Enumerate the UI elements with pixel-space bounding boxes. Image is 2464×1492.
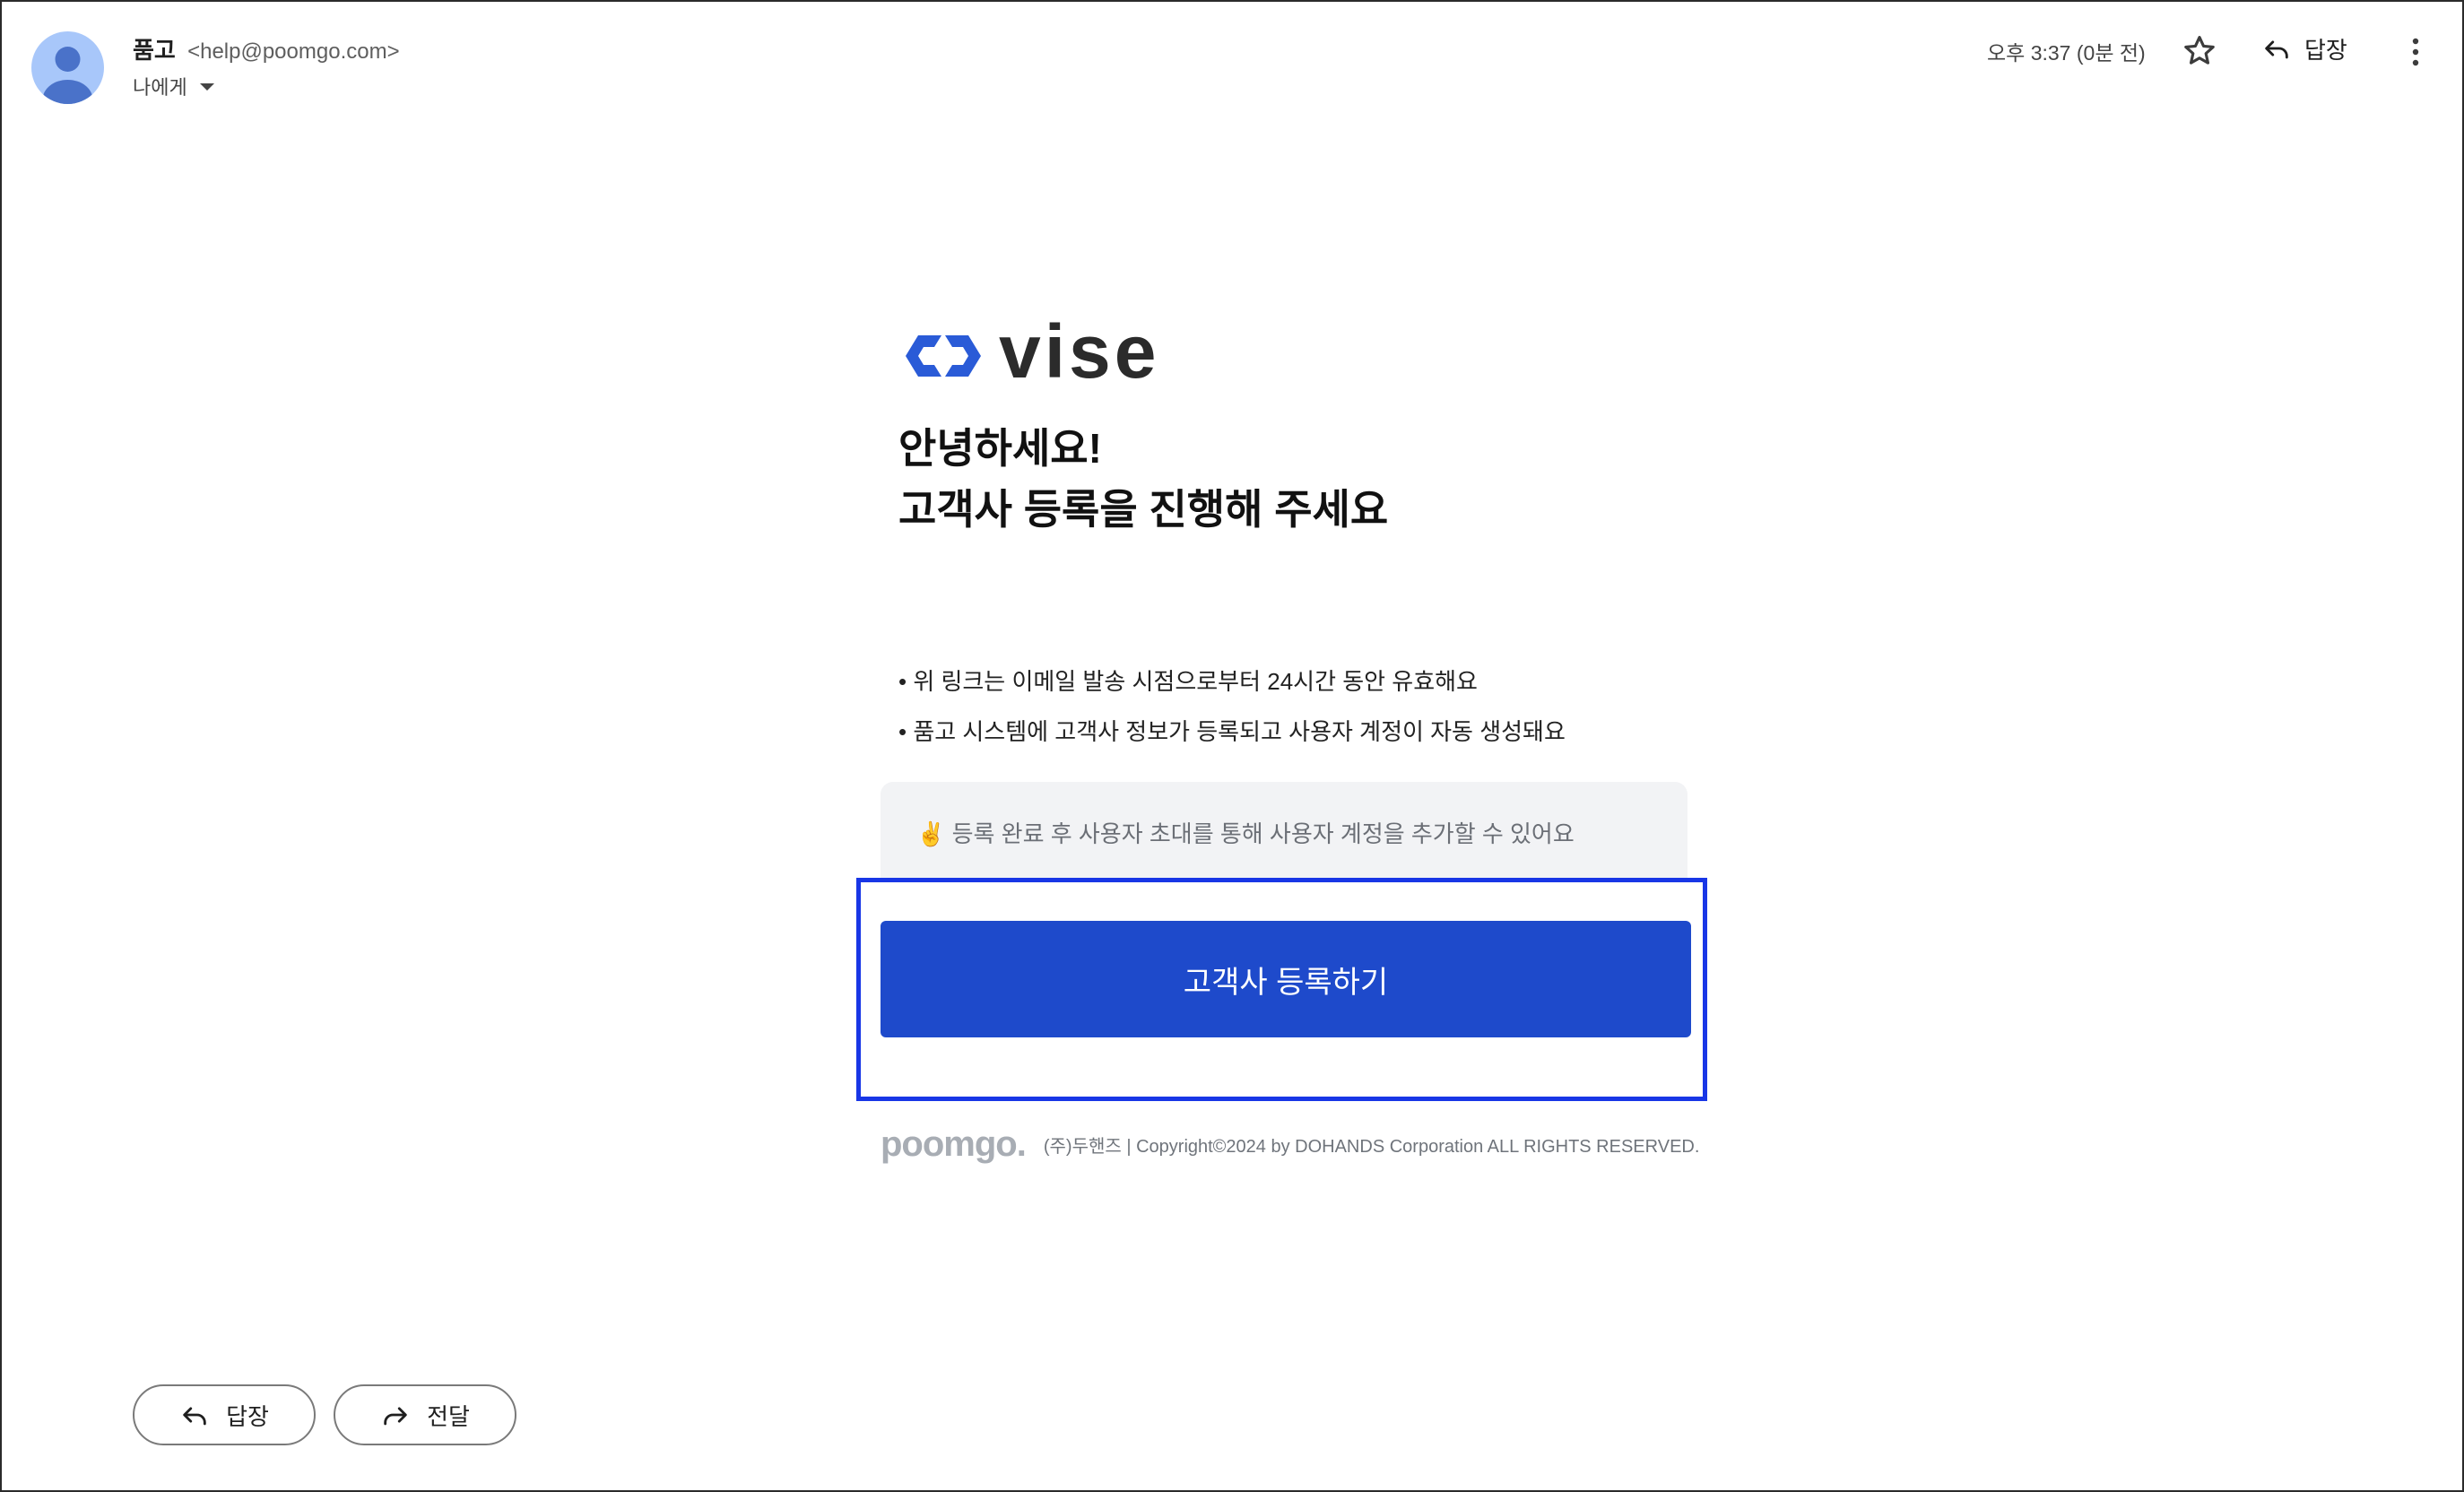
highlight-box bbox=[856, 878, 1707, 1101]
reply-icon bbox=[183, 1407, 206, 1426]
logo-text: vise bbox=[999, 309, 1160, 394]
star-button[interactable] bbox=[2181, 32, 2218, 70]
sender-line: 품고 <help@poomgo.com> bbox=[133, 32, 400, 65]
victory-hand-icon: ✌️ bbox=[916, 820, 946, 847]
reply-button-top[interactable]: 답장 bbox=[2261, 29, 2347, 68]
list-item: • 위 링크는 이메일 발송 시점으로부터 24시간 동안 유효해요 bbox=[898, 668, 1478, 695]
vise-logo: vise bbox=[898, 314, 1160, 389]
heading-line-1: 안녕하세요! bbox=[898, 425, 1102, 472]
recipient-details-toggle[interactable]: 나에게 bbox=[133, 72, 214, 100]
forward-button[interactable]: 전달 bbox=[334, 1384, 516, 1445]
note-text: ✌️ 등록 완료 후 사용자 초대를 통해 사용자 계정을 추가할 수 있어요 bbox=[916, 816, 1575, 849]
note-label: 등록 완료 후 사용자 초대를 통해 사용자 계정을 추가할 수 있어요 bbox=[951, 820, 1575, 847]
forward-icon bbox=[384, 1407, 407, 1426]
more-options-button[interactable] bbox=[2405, 34, 2426, 70]
reply-label-top: 답장 bbox=[2304, 36, 2347, 64]
copyright-text: (주)두핸즈 | Copyright©2024 by DOHANDS Corpo… bbox=[1043, 1137, 1700, 1157]
timestamp: 오후 3:37 (0분 전) bbox=[1987, 41, 2146, 65]
avatar[interactable] bbox=[31, 31, 104, 104]
recipient-label: 나에게 bbox=[133, 76, 187, 99]
list-item: • 품고 시스템에 고객사 정보가 등록되고 사용자 계정이 자동 생성돼요 bbox=[898, 718, 1566, 745]
reply-icon bbox=[2265, 40, 2288, 59]
more-vert-icon bbox=[2412, 38, 2419, 66]
email-footer: poomgo. (주)두핸즈 | Copyright©2024 by DOHAN… bbox=[881, 1124, 1699, 1165]
sender-name[interactable]: 품고 bbox=[133, 37, 176, 64]
sender-email: <help@poomgo.com> bbox=[187, 39, 400, 64]
poomgo-logo: poomgo. bbox=[881, 1124, 1027, 1164]
note-box: ✌️ 등록 완료 후 사용자 초대를 통해 사용자 계정을 추가할 수 있어요 bbox=[881, 782, 1687, 882]
reply-label: 답장 bbox=[226, 1402, 269, 1430]
forward-label: 전달 bbox=[427, 1402, 470, 1430]
email-window: 품고 <help@poomgo.com> 나에게 오후 3:37 (0분 전) … bbox=[0, 0, 2464, 1492]
avatar-icon bbox=[42, 47, 93, 104]
vise-logo-icon bbox=[906, 335, 981, 377]
heading-line-2: 고객사 등록을 진행해 주세요 bbox=[898, 486, 1389, 533]
email-heading: 안녕하세요! 고객사 등록을 진행해 주세요 bbox=[898, 418, 1388, 540]
chevron-down-icon bbox=[199, 83, 214, 91]
star-icon bbox=[2184, 36, 2215, 65]
reply-button[interactable]: 답장 bbox=[133, 1384, 316, 1445]
info-list: • 위 링크는 이메일 발송 시점으로부터 24시간 동안 유효해요 • 품고 … bbox=[898, 656, 1566, 757]
